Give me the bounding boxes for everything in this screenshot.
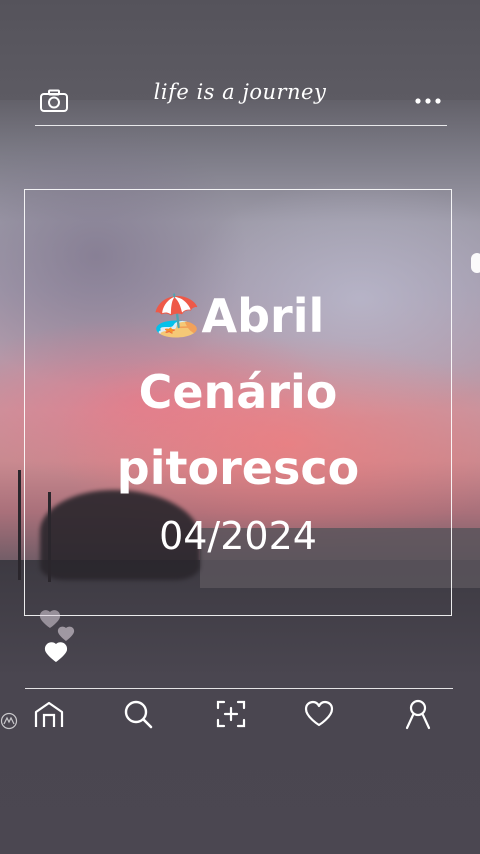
more-dots-icon[interactable]: [413, 88, 443, 114]
home-icon: [33, 699, 65, 733]
search-icon: [122, 698, 154, 734]
card-month: Abril: [201, 289, 325, 343]
nav-divider: [25, 688, 453, 689]
profile-icon: [403, 698, 433, 734]
brand-logo-icon: [0, 712, 18, 730]
heart-icon: [303, 699, 335, 733]
card-date: 04/2024: [159, 514, 317, 558]
nav-search[interactable]: [121, 700, 155, 732]
card-title-line2: Cenário: [138, 365, 338, 419]
pole-silhouette: [18, 470, 21, 580]
edge-indicator: [471, 253, 480, 273]
card-title-line3: pitoresco: [116, 441, 360, 495]
card-text: 🏖️ Abril Cenário pitoresco 04/2024: [24, 278, 452, 566]
nav-profile[interactable]: [401, 698, 435, 734]
beach-umbrella-icon: 🏖️: [151, 293, 202, 339]
app-title: life is a journey: [153, 80, 327, 104]
card-title-line1: 🏖️ Abril: [24, 278, 452, 354]
nav-add[interactable]: [214, 700, 248, 732]
camera-icon[interactable]: [39, 88, 69, 114]
add-photo-icon: [215, 699, 247, 733]
nav-home[interactable]: [32, 700, 66, 732]
nav-likes[interactable]: [302, 700, 336, 732]
floating-hearts-icon: [36, 608, 86, 668]
header-divider: [35, 125, 447, 126]
